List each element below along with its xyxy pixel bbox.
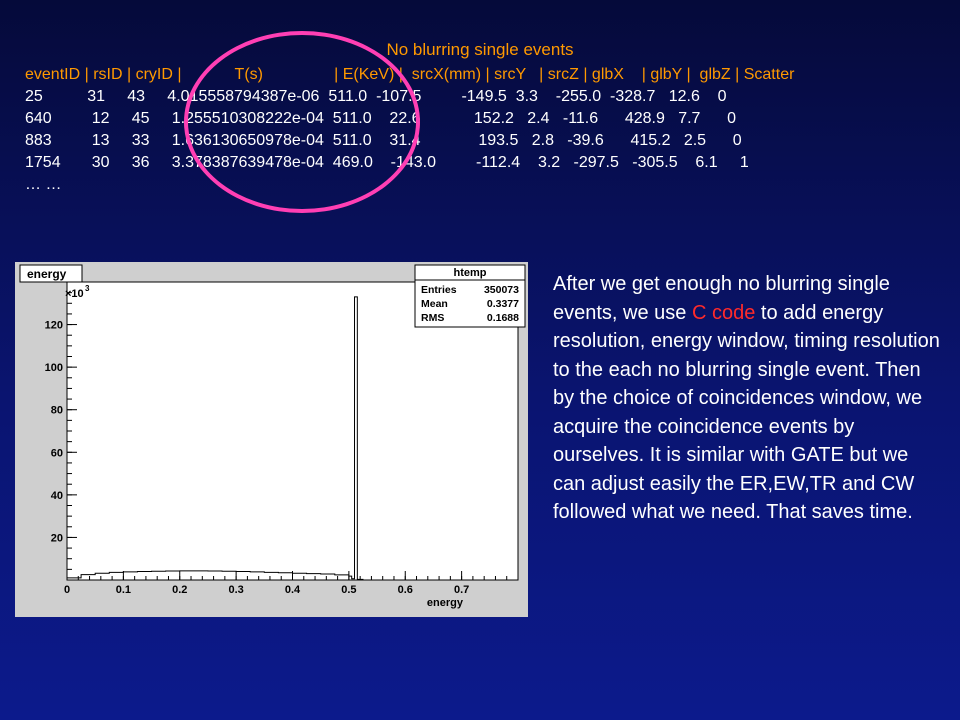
x-tick-label: 0.3 <box>228 584 243 596</box>
stats-name: htemp <box>454 267 487 279</box>
paragraph-highlight: C code <box>691 301 756 324</box>
y-tick-label: 100 <box>45 362 63 374</box>
y-multiplier: ×10 <box>65 288 84 300</box>
x-tick-label: 0.5 <box>341 584 356 596</box>
stats-mean-value: 0.3377 <box>487 298 519 310</box>
slide-title: No blurring single events <box>386 40 574 59</box>
description-paragraph: After we get enough no blurring single e… <box>553 270 943 527</box>
stats-box: htemp Entries 350073 Mean 0.3377 RMS 0.1… <box>414 264 526 328</box>
highlight-oval <box>184 31 420 213</box>
stats-entries-label: Entries <box>421 284 457 296</box>
x-tick-label: 0.6 <box>398 584 413 596</box>
stats-mean-label: Mean <box>421 298 448 310</box>
paragraph-text-after: to add energy resolution, energy window,… <box>553 301 940 524</box>
x-axis-label: energy <box>427 597 464 609</box>
y-tick-label: 80 <box>51 405 63 417</box>
stats-entries-value: 350073 <box>484 284 519 296</box>
y-tick-label: 120 <box>45 320 63 332</box>
stats-rms-value: 0.1688 <box>487 312 519 324</box>
x-tick-label: 0.7 <box>454 584 469 596</box>
x-tick-label: 0.1 <box>116 584 131 596</box>
x-tick-label: 0 <box>64 584 70 596</box>
stats-rms-label: RMS <box>421 312 444 324</box>
x-tick-label: 0.2 <box>172 584 187 596</box>
y-exponent: 3 <box>85 284 90 293</box>
table-header: eventID | rsID | cryID | T(s) | E(KeV) |… <box>25 66 795 83</box>
energy-histogram: energy 0 0.1 0.2 0.3 0.4 0.5 0.6 0.7 20 40 60 80 100… <box>15 262 528 617</box>
y-tick-label: 40 <box>51 490 63 502</box>
canvas-label: energy <box>27 267 67 281</box>
y-tick-label: 20 <box>51 532 63 544</box>
y-tick-label: 60 <box>51 447 63 459</box>
histogram-svg: energy 0 0.1 0.2 0.3 0.4 0.5 0.6 0.7 20 40 60 80 100… <box>15 262 528 617</box>
x-tick-label: 0.4 <box>285 584 301 596</box>
table-row-ellipsis: … … <box>25 176 62 193</box>
